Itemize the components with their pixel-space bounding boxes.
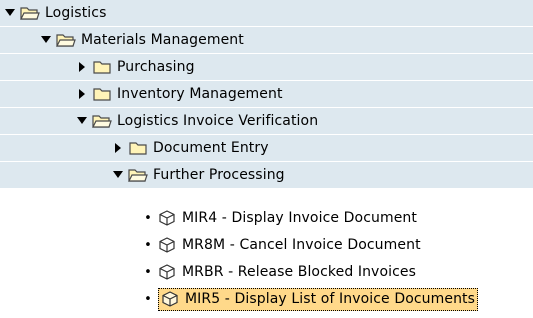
tree-row-logistics-invoice-verification[interactable]: Logistics Invoice Verification xyxy=(0,108,533,135)
collapsed-triangle-icon[interactable] xyxy=(76,88,88,100)
transaction-node-mrbr[interactable]: • MRBR - Release Blocked Invoices xyxy=(142,259,416,285)
tree-label-purchasing: Purchasing xyxy=(117,59,195,75)
open-folder-icon xyxy=(92,113,112,129)
expanded-triangle-icon[interactable] xyxy=(40,34,52,46)
folder-icon xyxy=(128,140,148,156)
expanded-triangle-icon[interactable] xyxy=(76,115,88,127)
transaction-label: MIR5 - Display List of Invoice Documents xyxy=(185,290,476,307)
expanded-triangle-icon[interactable] xyxy=(112,169,124,181)
tree-row-inventory-management[interactable]: Inventory Management xyxy=(0,81,533,108)
tree-label-further-processing: Further Processing xyxy=(153,167,285,183)
transaction-node-mir5[interactable]: • MIR5 - Display List of Invoice Documen… xyxy=(142,286,479,312)
tree-node-document-entry[interactable]: Document Entry xyxy=(112,135,269,161)
tree-row-transaction[interactable]: • MIR4 - Display Invoice Document xyxy=(0,205,533,232)
tree-node-materials-management[interactable]: Materials Management xyxy=(40,27,244,53)
expanded-triangle-icon[interactable] xyxy=(4,7,16,19)
transaction-cube-icon xyxy=(158,209,176,227)
tree-row-transaction[interactable]: • MR8M - Cancel Invoice Document xyxy=(0,232,533,259)
bullet-icon: • xyxy=(144,291,152,307)
tree-label-logistics-invoice-verification: Logistics Invoice Verification xyxy=(117,113,319,129)
transaction-node-mir4[interactable]: • MIR4 - Display Invoice Document xyxy=(142,205,417,231)
selected-item-highlight[interactable]: MIR5 - Display List of Invoice Documents xyxy=(158,287,479,311)
tree-node-purchasing[interactable]: Purchasing xyxy=(76,54,195,80)
open-folder-icon xyxy=(56,32,76,48)
transaction-label: MR8M - Cancel Invoice Document xyxy=(182,237,421,253)
tree-row-transaction[interactable]: • MRBR - Release Blocked Invoices xyxy=(0,259,533,286)
tree-row-purchasing[interactable]: Purchasing xyxy=(0,54,533,81)
transaction-node-mr8m[interactable]: • MR8M - Cancel Invoice Document xyxy=(142,232,421,258)
tree-row-transaction-selected[interactable]: • MIR5 - Display List of Invoice Documen… xyxy=(0,286,533,313)
tree-label-materials-management: Materials Management xyxy=(81,32,244,48)
folder-icon xyxy=(92,59,112,75)
transaction-label: MIR4 - Display Invoice Document xyxy=(182,210,417,226)
bullet-icon: • xyxy=(144,210,152,226)
bullet-icon: • xyxy=(144,264,152,280)
open-folder-icon xyxy=(20,5,40,21)
folder-icon xyxy=(92,86,112,102)
tree-row-document-entry[interactable]: Document Entry xyxy=(0,135,533,162)
collapsed-triangle-icon[interactable] xyxy=(112,142,124,154)
tree-row-materials-management[interactable]: Materials Management xyxy=(0,27,533,54)
tree-node-logistics[interactable]: Logistics xyxy=(4,0,106,26)
tree-label-document-entry: Document Entry xyxy=(153,140,269,156)
transaction-cube-icon xyxy=(158,263,176,281)
tree-label-inventory-management: Inventory Management xyxy=(117,86,283,102)
tree-node-further-processing[interactable]: Further Processing xyxy=(112,162,285,188)
tree-row-further-processing[interactable]: Further Processing xyxy=(0,162,533,189)
transaction-label: MRBR - Release Blocked Invoices xyxy=(182,264,417,280)
collapsed-triangle-icon[interactable] xyxy=(76,61,88,73)
transaction-cube-icon xyxy=(161,290,179,308)
transaction-cube-icon xyxy=(158,236,176,254)
open-folder-icon xyxy=(128,167,148,183)
tree-row-logistics[interactable]: Logistics xyxy=(0,0,533,27)
bullet-icon: • xyxy=(144,237,152,253)
tree-label-logistics: Logistics xyxy=(45,5,107,21)
tree-node-logistics-invoice-verification[interactable]: Logistics Invoice Verification xyxy=(76,108,318,134)
tree-node-inventory-management[interactable]: Inventory Management xyxy=(76,81,283,107)
